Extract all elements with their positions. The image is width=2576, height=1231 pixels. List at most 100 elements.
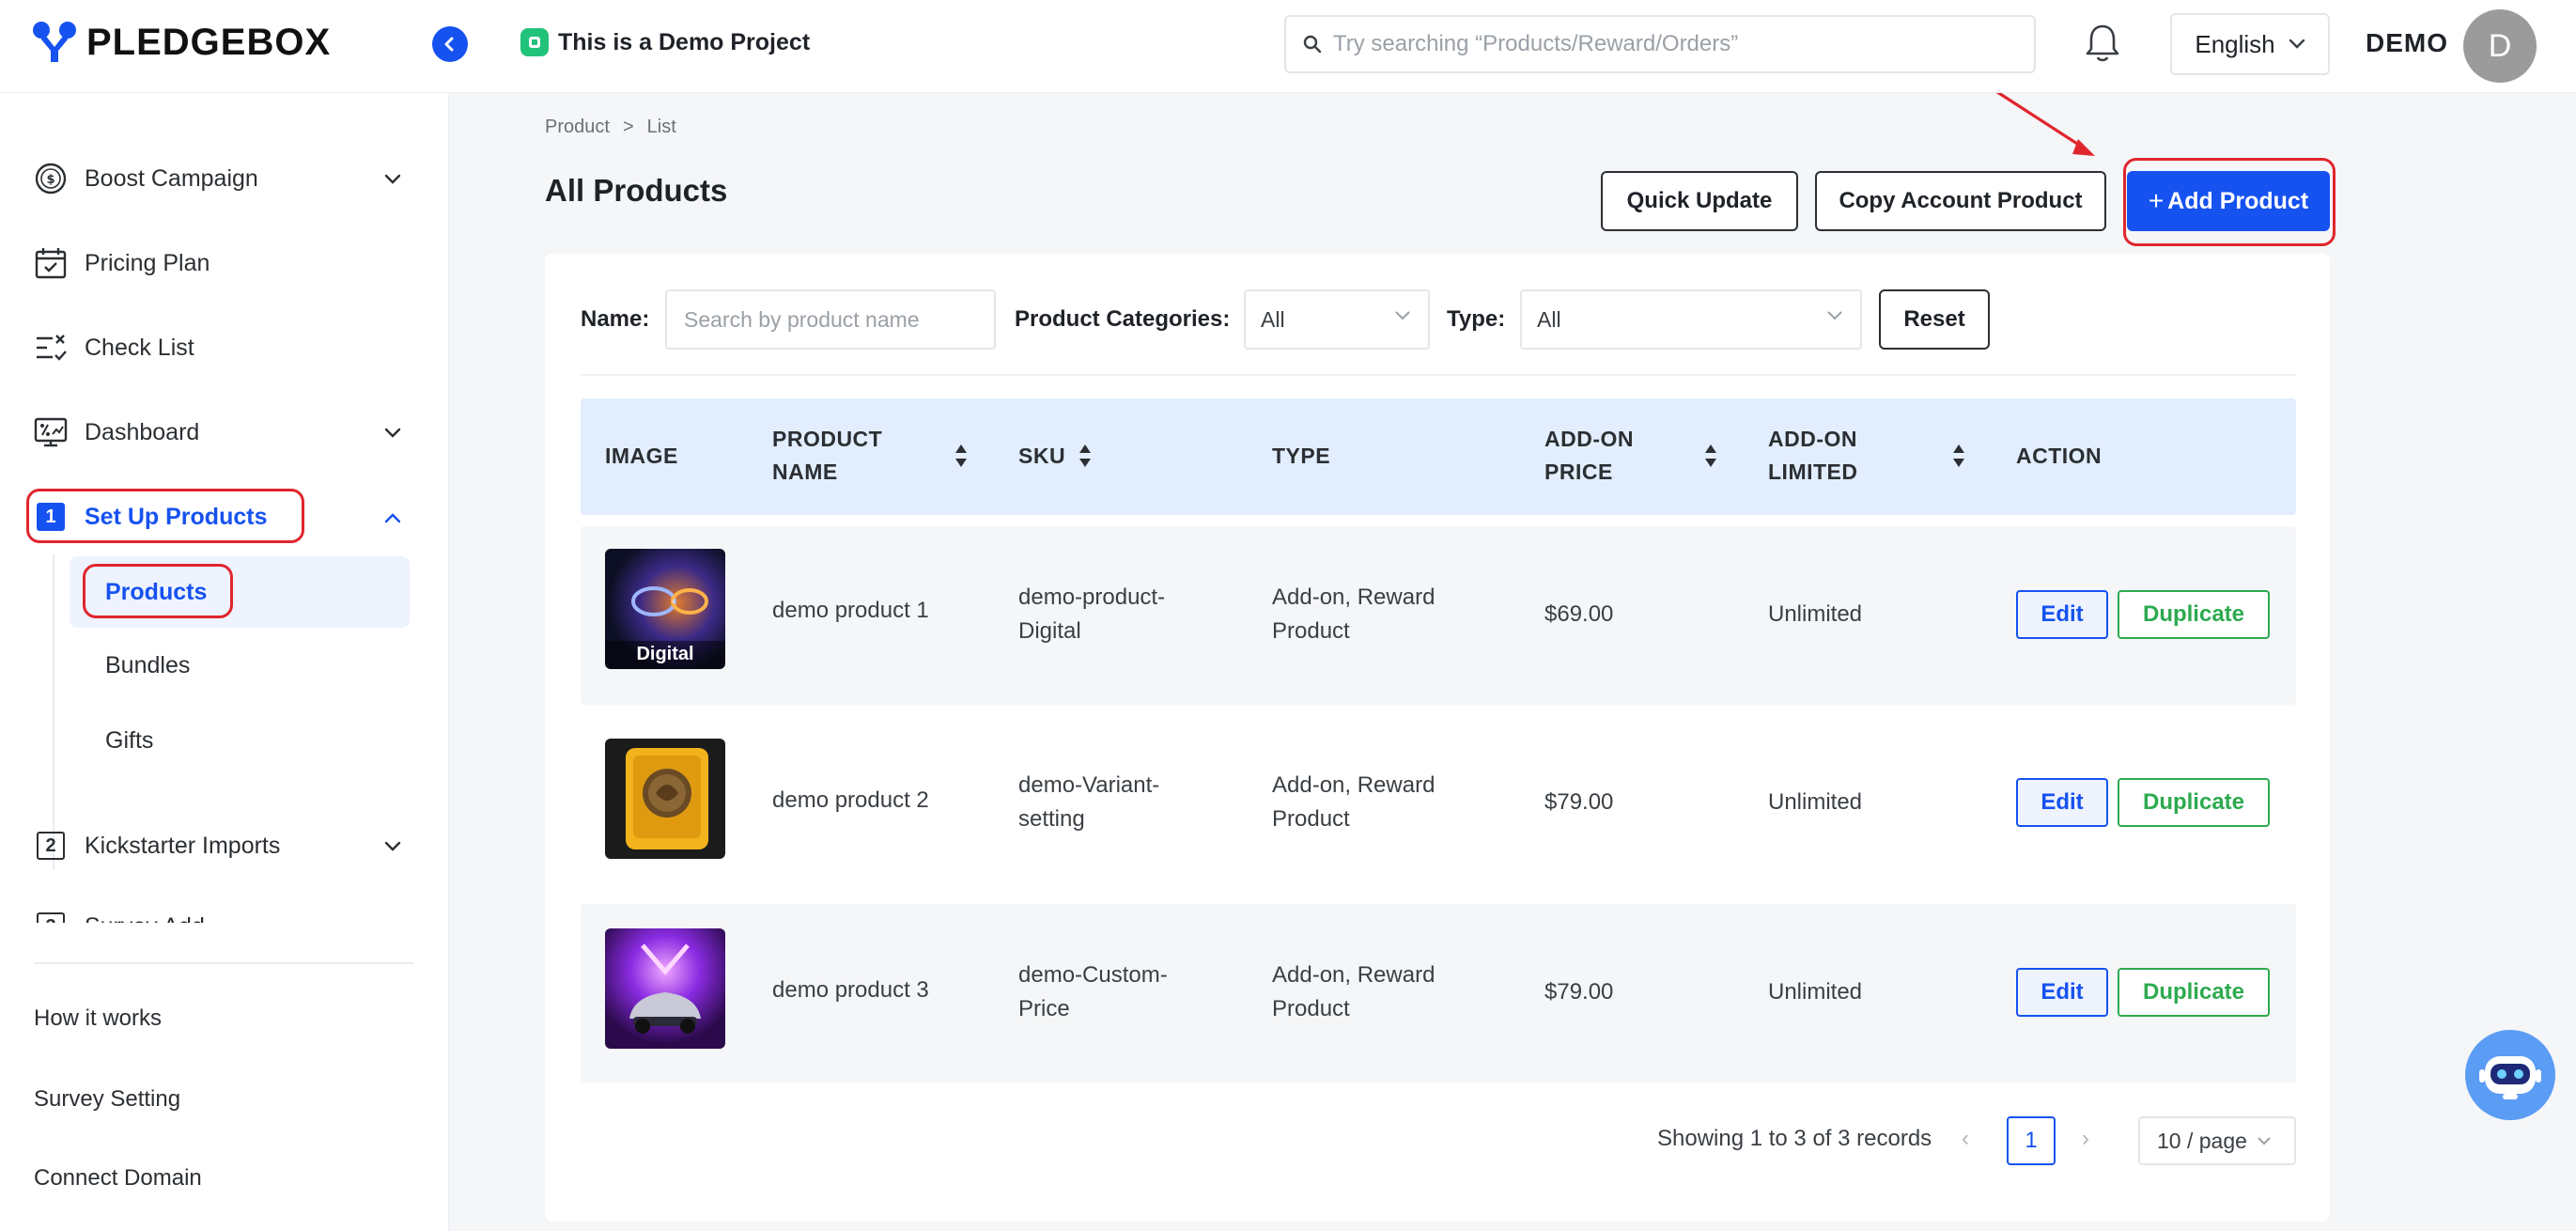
sort-icon[interactable] bbox=[1704, 444, 1717, 468]
page-size-value: 10 / page bbox=[2157, 1128, 2247, 1153]
sidebar-item-check-list[interactable]: Check List bbox=[34, 331, 194, 365]
logo-mark-icon bbox=[33, 22, 76, 62]
column-header-product-name[interactable]: PRODUCT NAME bbox=[772, 423, 904, 489]
sidebar-item-label: Boost Campaign bbox=[85, 164, 258, 192]
pagination-summary: Showing 1 to 3 of 3 records bbox=[1657, 1126, 1932, 1151]
product-name-cell: demo product 3 bbox=[772, 977, 929, 1003]
demo-project-icon bbox=[520, 28, 549, 56]
demo-project-indicator: This is a Demo Project bbox=[520, 28, 810, 56]
calendar-check-icon bbox=[34, 246, 68, 280]
plus-icon: + bbox=[2148, 186, 2165, 215]
top-header: PLEDGEBOX This is a Demo Project Try sea… bbox=[0, 0, 2576, 92]
duplicate-button[interactable]: Duplicate bbox=[2118, 590, 2270, 639]
chevron-up-icon[interactable] bbox=[383, 511, 402, 524]
chevron-down-icon[interactable] bbox=[383, 173, 402, 186]
type-cell: Add-on, Reward Product bbox=[1272, 772, 1435, 832]
limited-cell: Unlimited bbox=[1768, 789, 1863, 815]
demo-project-label: This is a Demo Project bbox=[558, 28, 811, 55]
price-cell: $69.00 bbox=[1544, 601, 1614, 627]
brand-logo[interactable]: PLEDGEBOX bbox=[32, 21, 331, 64]
product-categories-select[interactable]: All bbox=[1244, 289, 1430, 350]
chevron-down-icon[interactable] bbox=[383, 840, 402, 853]
reset-button[interactable]: Reset bbox=[1879, 289, 1990, 350]
sidebar-item-dashboard[interactable]: Dashboard bbox=[34, 415, 199, 449]
how-it-works-link[interactable]: How it works bbox=[34, 1005, 162, 1032]
type-filter-label: Type: bbox=[1447, 306, 1506, 332]
sidebar-item-survey-add[interactable]: 3 Survey Add... bbox=[34, 910, 225, 923]
product-image[interactable] bbox=[605, 739, 725, 859]
sidebar-divider bbox=[34, 962, 413, 964]
dollar-circle-icon: $ bbox=[34, 162, 68, 195]
categories-filter-label: Product Categories: bbox=[1015, 306, 1231, 332]
column-header-sku[interactable]: SKU bbox=[1018, 440, 1065, 473]
type-select[interactable]: All bbox=[1520, 289, 1862, 350]
sidebar-item-set-up-products[interactable]: 1 Set Up Products bbox=[34, 500, 267, 534]
column-header-type: TYPE bbox=[1272, 444, 1331, 468]
limited-cell: Unlimited bbox=[1768, 979, 1863, 1005]
sku-cell: demo-product-Digital bbox=[1018, 584, 1166, 644]
avatar[interactable]: D bbox=[2463, 9, 2537, 83]
sidebar-subitem-gifts[interactable]: Gifts bbox=[70, 705, 410, 776]
page-title: All Products bbox=[545, 173, 728, 208]
sidebar-item-label: Set Up Products bbox=[85, 503, 268, 530]
robot-icon bbox=[2479, 1056, 2541, 1099]
product-image[interactable] bbox=[605, 928, 725, 1049]
quick-update-button[interactable]: Quick Update bbox=[1601, 171, 1798, 231]
language-select[interactable]: English bbox=[2170, 13, 2330, 75]
edit-button[interactable]: Edit bbox=[2016, 590, 2108, 639]
column-header-action: ACTION bbox=[2016, 444, 2103, 468]
next-page-button[interactable]: › bbox=[2082, 1126, 2089, 1152]
step-number-badge: 2 bbox=[37, 832, 65, 860]
brand-name: PLEDGEBOX bbox=[86, 21, 332, 63]
breadcrumb-product[interactable]: Product bbox=[545, 117, 610, 138]
sidebar-item-pricing-plan[interactable]: Pricing Plan bbox=[34, 246, 209, 280]
type-cell: Add-on, Reward Product bbox=[1272, 962, 1435, 1021]
duplicate-button[interactable]: Duplicate bbox=[2118, 778, 2270, 827]
sidebar-scroll-clip: 3 Survey Add... bbox=[0, 910, 449, 923]
sort-icon[interactable] bbox=[1952, 444, 1965, 468]
product-name-cell: demo product 2 bbox=[772, 787, 929, 813]
svg-text:$: $ bbox=[46, 173, 54, 187]
help-bot-button[interactable] bbox=[2465, 1030, 2555, 1120]
breadcrumb-list: List bbox=[646, 117, 676, 137]
product-image[interactable]: Digital bbox=[605, 549, 725, 669]
sidebar-subitem-bundles[interactable]: Bundles bbox=[70, 630, 410, 701]
survey-setting-link[interactable]: Survey Setting bbox=[34, 1086, 180, 1113]
add-product-button[interactable]: + Add Product bbox=[2127, 171, 2330, 231]
sidebar-item-label: Kickstarter Imports bbox=[85, 832, 281, 859]
chevron-down-icon[interactable] bbox=[383, 427, 402, 440]
product-name-search-input[interactable]: Search by product name bbox=[665, 289, 996, 350]
step-number-badge: 1 bbox=[37, 503, 65, 531]
sort-icon[interactable] bbox=[1079, 444, 1092, 468]
global-search-input[interactable]: Try searching “Products/Reward/Orders” bbox=[1284, 15, 2036, 73]
name-filter-label: Name: bbox=[581, 306, 650, 332]
page-number-button[interactable]: 1 bbox=[2007, 1116, 2056, 1165]
search-input-placeholder: Search by product name bbox=[684, 306, 920, 332]
sidebar: $ Boost Campaign Pricing Plan Check List… bbox=[0, 92, 449, 1231]
user-name[interactable]: DEMO bbox=[2366, 28, 2448, 58]
sidebar-item-kickstarter-imports[interactable]: 2 Kickstarter Imports bbox=[34, 829, 280, 863]
column-header-add-on-limited[interactable]: ADD-ON LIMITED bbox=[1768, 423, 1881, 489]
sidebar-subitem-products[interactable]: Products bbox=[70, 556, 410, 628]
checklist-icon bbox=[34, 331, 68, 365]
notifications-button[interactable] bbox=[2084, 23, 2121, 69]
type-cell: Add-on, Reward Product bbox=[1272, 584, 1435, 644]
connect-domain-link[interactable]: Connect Domain bbox=[34, 1165, 202, 1192]
copy-account-product-button[interactable]: Copy Account Product bbox=[1815, 171, 2106, 231]
chevron-down-icon bbox=[2289, 39, 2304, 49]
filter-divider bbox=[581, 374, 2296, 376]
sidebar-subitem-label: Gifts bbox=[105, 726, 154, 754]
column-header-add-on-price[interactable]: ADD-ON PRICE bbox=[1544, 423, 1648, 489]
sidebar-item-boost-campaign[interactable]: $ Boost Campaign bbox=[34, 162, 258, 195]
page-size-select[interactable]: 10 / page bbox=[2138, 1116, 2296, 1165]
collapse-sidebar-button[interactable] bbox=[432, 26, 468, 62]
edit-button[interactable]: Edit bbox=[2016, 968, 2108, 1017]
chevron-down-icon bbox=[1827, 311, 1842, 320]
sidebar-item-label: Dashboard bbox=[85, 418, 200, 445]
edit-button[interactable]: Edit bbox=[2016, 778, 2108, 827]
sort-icon[interactable] bbox=[954, 444, 968, 468]
duplicate-button[interactable]: Duplicate bbox=[2118, 968, 2270, 1017]
breadcrumb-separator: > bbox=[622, 117, 634, 137]
prev-page-button[interactable]: ‹ bbox=[1962, 1126, 1969, 1152]
price-cell: $79.00 bbox=[1544, 979, 1614, 1005]
